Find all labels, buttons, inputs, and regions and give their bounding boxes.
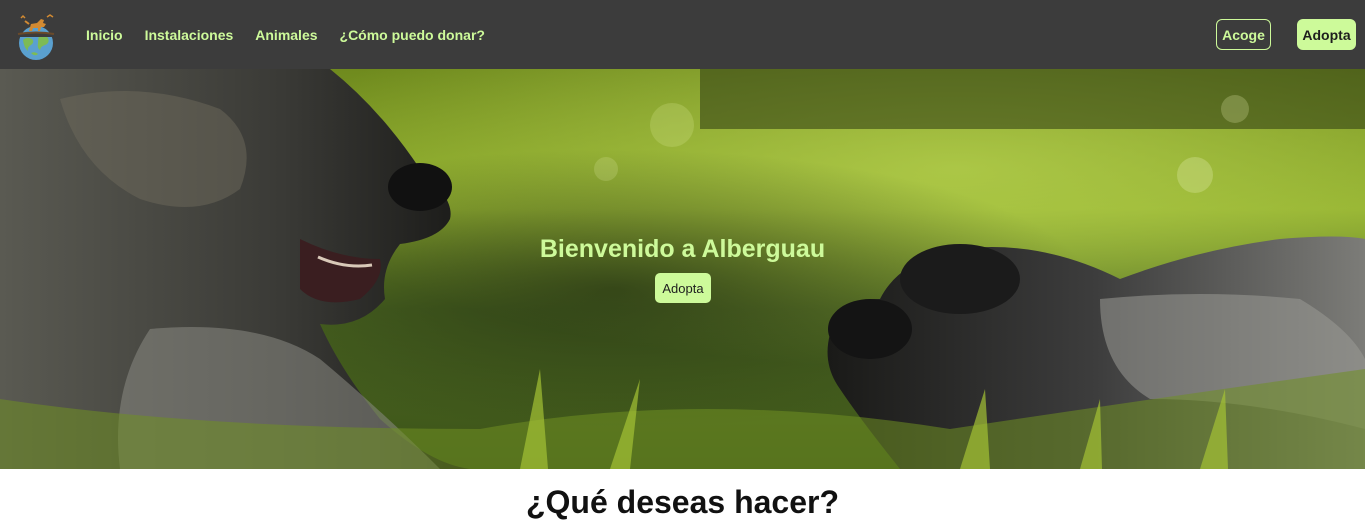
nav-link-como-donar[interactable]: ¿Cómo puedo donar? <box>340 27 485 43</box>
nav-link-inicio[interactable]: Inicio <box>86 27 123 43</box>
section-title: ¿Qué deseas hacer? <box>525 484 840 520</box>
acoge-button[interactable]: Acoge <box>1216 19 1271 50</box>
hero-banner: Bienvenido a Alberguau Adopta <box>0 69 1365 469</box>
shelter-logo-icon[interactable] <box>9 9 63 61</box>
hero-title: Bienvenido a Alberguau <box>539 235 826 263</box>
nav-link-instalaciones[interactable]: Instalaciones <box>145 27 234 43</box>
navbar: Inicio Instalaciones Animales ¿Cómo pued… <box>0 0 1365 69</box>
hero-adopta-button[interactable]: Adopta <box>655 273 711 303</box>
adopta-nav-button[interactable]: Adopta <box>1297 19 1356 50</box>
main-nav: Inicio Instalaciones Animales ¿Cómo pued… <box>86 0 507 69</box>
hero-dogs-image <box>0 69 1365 469</box>
nav-link-animales[interactable]: Animales <box>255 27 317 43</box>
